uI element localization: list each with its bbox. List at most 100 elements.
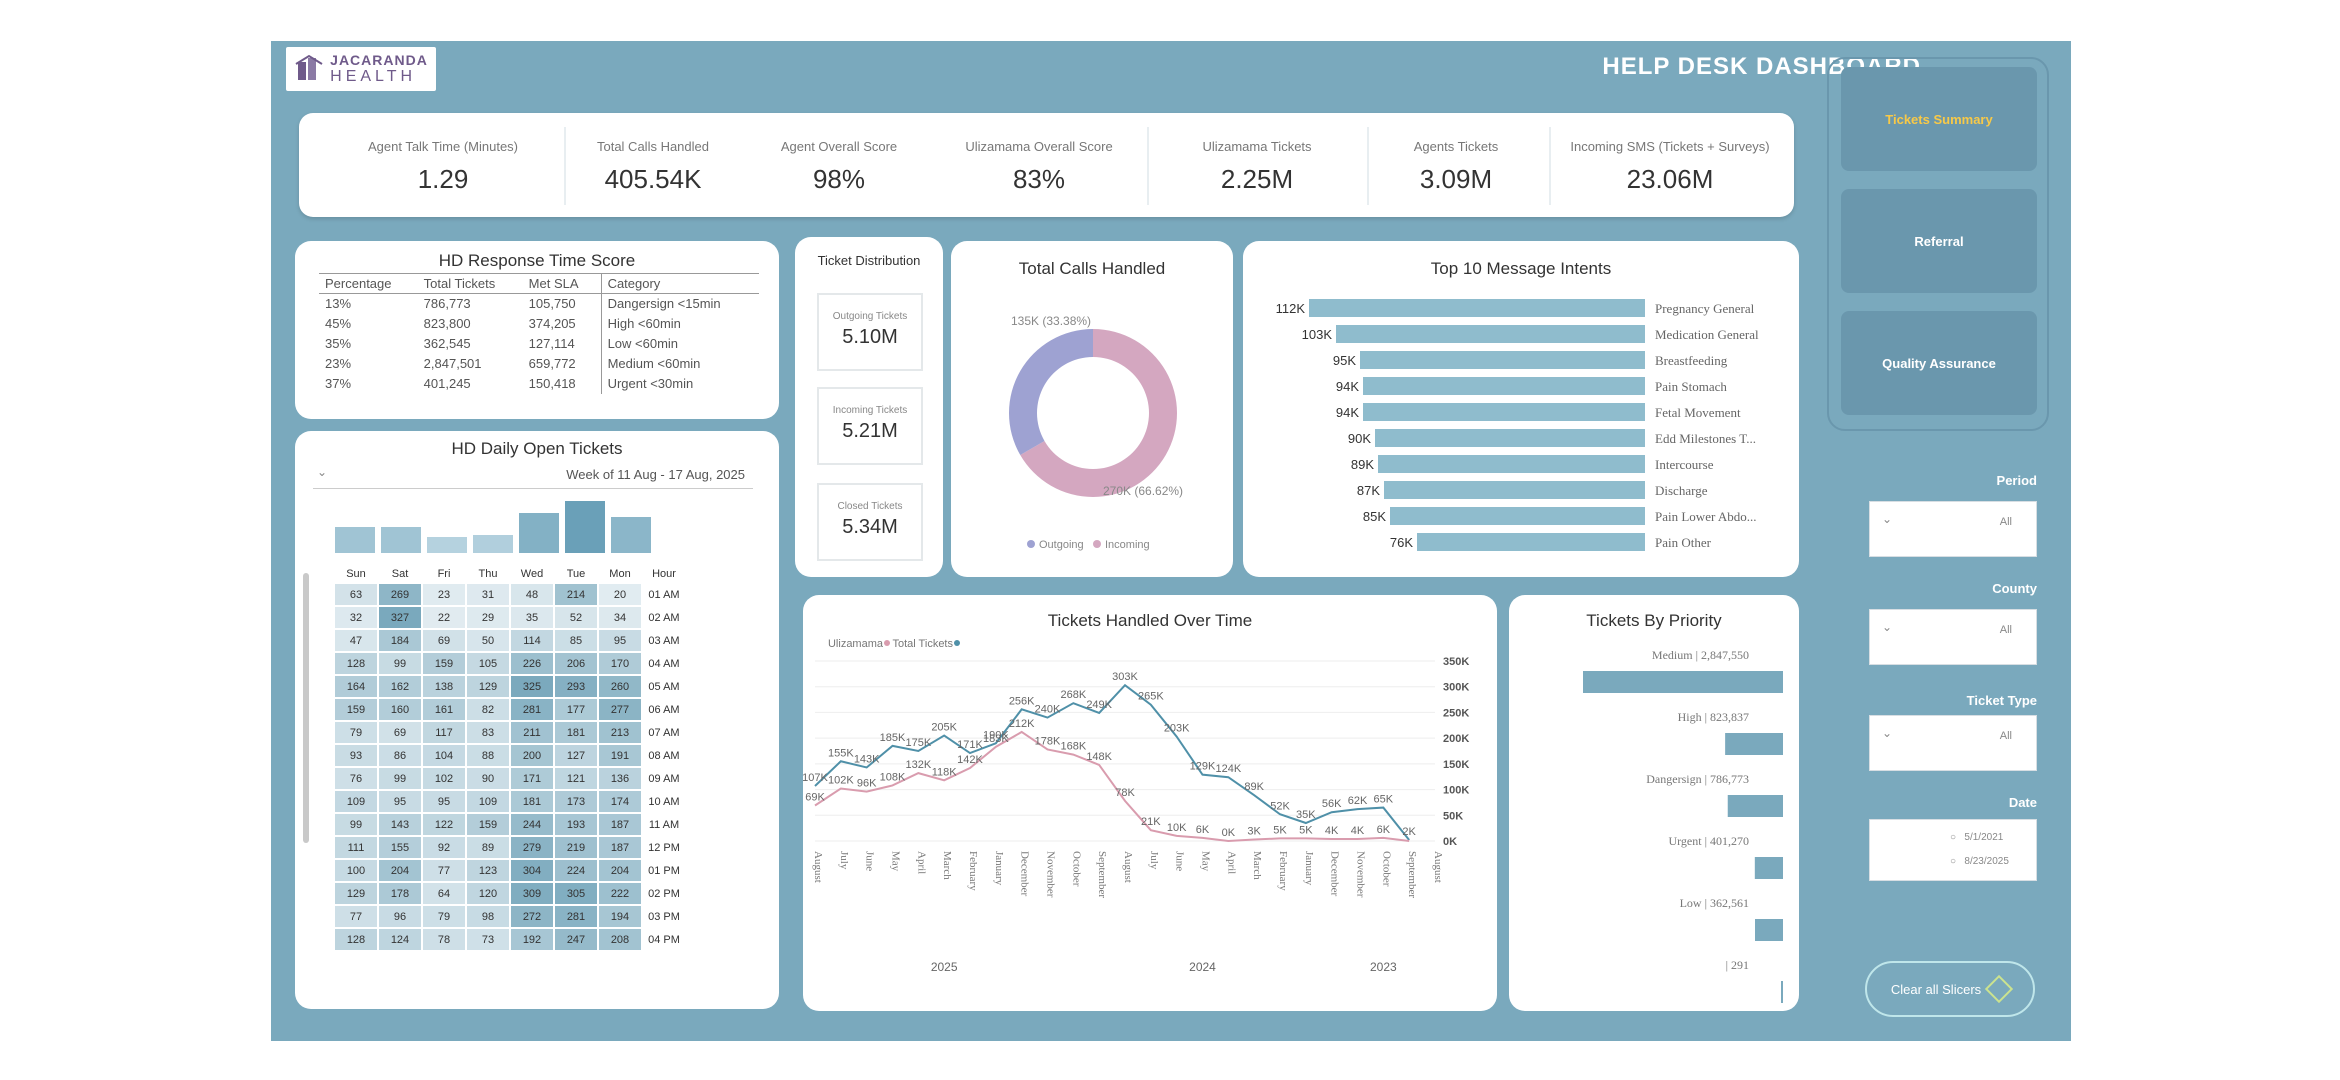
heatmap-cell: 78 <box>421 927 467 952</box>
open-tickets-card: HD Daily Open Tickets ⌄ Week of 11 Aug -… <box>295 431 779 1009</box>
incoming-tickets-box: Incoming Tickets 5.21M <box>817 387 923 465</box>
heatmap-cell: 325 <box>509 674 555 699</box>
kpi-divider <box>1147 127 1149 205</box>
heatmap-cell: 122 <box>421 812 467 837</box>
data-label: 52K <box>1270 800 1290 812</box>
nav-label-tickets-summary: Tickets Summary <box>1885 111 1993 127</box>
heatmap-cell: 136 <box>597 766 643 791</box>
outgoing-slice[interactable] <box>1009 329 1093 455</box>
intent-bar[interactable] <box>1384 481 1645 499</box>
date-end[interactable]: ○ 8/23/2025 <box>1950 856 2009 867</box>
kpi-divider <box>1367 127 1369 205</box>
intent-bar[interactable] <box>1336 325 1645 343</box>
intent-bar[interactable] <box>1378 455 1645 473</box>
heatmap-cell: 89 <box>465 835 511 860</box>
heatmap-row: 93 86 104 88 200 127 191 08 AM <box>333 743 687 768</box>
date-start[interactable]: ○ 5/1/2021 <box>1950 832 2003 843</box>
priority-bar[interactable] <box>1727 795 1783 817</box>
data-label: 78K <box>1115 787 1135 799</box>
intent-value-label: 76K <box>1390 535 1413 550</box>
outgoing-label: Outgoing Tickets <box>832 311 908 322</box>
legend-outgoing: Outgoing <box>1039 539 1084 551</box>
heatmap-row: 63 269 23 31 48 214 20 01 AM <box>333 582 687 607</box>
heatmap-cell: 200 <box>509 743 555 768</box>
heatmap-cell: 95 <box>377 789 423 814</box>
heatmap-cell: 174 <box>597 789 643 814</box>
period-dropdown[interactable]: ⌄ All <box>1869 501 2037 557</box>
priority-bar[interactable] <box>1755 919 1783 941</box>
heatmap-cell: 85 <box>553 628 599 653</box>
year-label: 2025 <box>931 960 958 974</box>
ticket-type-dropdown[interactable]: ⌄ All <box>1869 715 2037 771</box>
data-label: 62K <box>1348 795 1368 807</box>
week-dropdown[interactable]: ⌄ Week of 11 Aug - 17 Aug, 2025 <box>313 461 753 489</box>
heatmap-cell: 206 <box>553 651 599 676</box>
data-label: 171K <box>957 739 983 751</box>
data-label: 108K <box>880 771 906 783</box>
nav-referral[interactable]: Referral <box>1841 189 2037 293</box>
kpi-agents-tickets: Agents Tickets 3.09M <box>1371 123 1541 207</box>
date-range-slicer[interactable]: ○ 5/1/2021 ○ 8/23/2025 <box>1869 819 2037 881</box>
intent-bar[interactable] <box>1363 377 1645 395</box>
legend-label: Total Tickets <box>892 638 953 650</box>
y-tick-label: 150K <box>1443 759 1469 771</box>
intent-bar[interactable] <box>1363 403 1645 421</box>
data-label: 203K <box>1164 723 1190 735</box>
priority-bar[interactable] <box>1781 981 1783 1003</box>
priority-bar[interactable] <box>1583 671 1783 693</box>
heatmap-hour-header[interactable]: Hour <box>642 565 686 583</box>
open-tickets-heatmap: Sun Sat Fri Thu Wed Tue Mon Hour 63 269 23 31 48 214… <box>333 565 687 952</box>
heatmap-day-header: Thu <box>478 567 498 580</box>
heatmap-day-header: Mon <box>609 567 631 580</box>
priority-bar[interactable] <box>1725 733 1783 755</box>
tickets-by-priority-title: Tickets By Priority <box>1586 611 1722 630</box>
heatmap-cell: 162 <box>377 674 423 699</box>
heatmap-cell: 327 <box>377 605 423 630</box>
data-label: 175K <box>905 737 931 749</box>
nav-quality-assurance[interactable]: Quality Assurance <box>1841 311 2037 415</box>
data-label: 6K <box>1196 824 1210 836</box>
series-line[interactable] <box>814 683 1410 841</box>
heatmap-cell: 226 <box>509 651 555 676</box>
heatmap-cell: 88 <box>465 743 511 768</box>
table-row: 35% 362,545 127,114 Low <60min <box>319 333 759 354</box>
heatmap-cell: 191 <box>597 743 643 768</box>
priority-bar[interactable] <box>1754 857 1783 879</box>
intent-bar[interactable] <box>1417 533 1645 551</box>
heatmap-cell: 159 <box>421 651 467 676</box>
heatmap-cell: 170 <box>597 651 643 676</box>
kpi-value: 83% <box>1012 164 1066 194</box>
table-cell: Low <60min <box>600 333 759 354</box>
intent-bar[interactable] <box>1309 299 1645 317</box>
heatmap-row: 76 99 102 90 171 121 136 09 AM <box>333 766 687 791</box>
heatmap-cell: 159 <box>465 812 511 837</box>
heatmap-cell: 173 <box>553 789 599 814</box>
heatmap-cell: 79 <box>421 904 467 929</box>
priority-label: High | 823,837 <box>1678 710 1749 724</box>
heatmap-cell: 194 <box>597 904 643 929</box>
intent-bar[interactable] <box>1375 429 1645 447</box>
kpi-total-calls: Total Calls Handled 405.54K <box>569 123 737 207</box>
intent-value-label: 103K <box>1302 327 1333 342</box>
data-label: 65K <box>1374 794 1394 806</box>
dashboard-frame: JACARANDA HEALTH HELP DESK DASHBOARD Age… <box>271 41 2071 1041</box>
closed-value: 5.34M <box>842 516 898 538</box>
county-dropdown[interactable]: ⌄ All <box>1869 609 2037 665</box>
heatmap-cell: 117 <box>421 720 467 745</box>
heatmap-day-header: Wed <box>520 567 544 580</box>
intent-value-label: 87K <box>1357 483 1380 498</box>
scrollbar[interactable] <box>303 573 309 843</box>
intent-value-label: 112K <box>1276 301 1306 316</box>
clear-slicers-button[interactable]: Clear all Slicers <box>1865 961 2035 1017</box>
day-total-bar <box>519 513 559 553</box>
intent-bar[interactable] <box>1360 351 1645 369</box>
x-tick-label: September <box>1406 851 1418 898</box>
intent-bar[interactable] <box>1390 507 1645 525</box>
nav-label-quality-assurance: Quality Assurance <box>1882 355 1996 371</box>
priority-label: Medium | 2,847,550 <box>1652 648 1749 662</box>
intent-category-label: Intercourse <box>1655 457 1714 472</box>
intent-value-label: 94K <box>1336 405 1359 420</box>
nav-tickets-summary[interactable]: Tickets Summary <box>1841 67 2037 171</box>
x-tick-label: August <box>1122 851 1134 883</box>
data-label: 212K <box>1009 718 1035 730</box>
